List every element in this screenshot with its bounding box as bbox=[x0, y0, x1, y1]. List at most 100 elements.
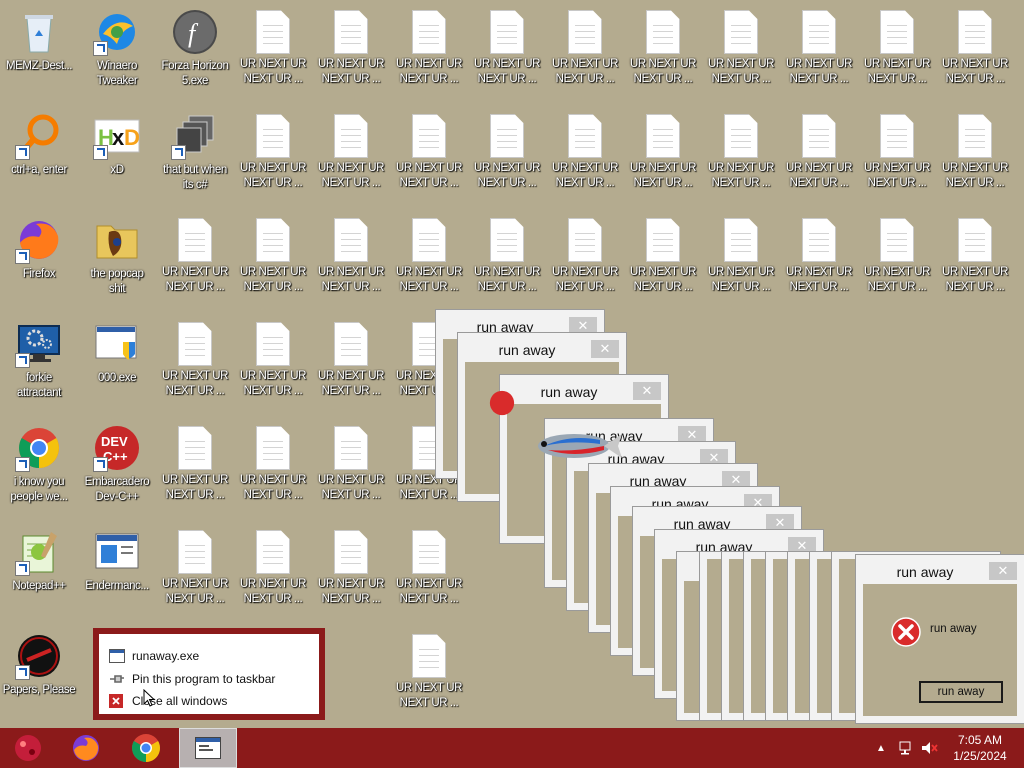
desktop-icon-text-file[interactable]: UR NEXT UR NEXT UR ... bbox=[936, 8, 1014, 87]
desktop-icon-label: UR NEXT UR NEXT UR ... bbox=[551, 266, 619, 293]
shortcut-arrow-icon bbox=[93, 145, 108, 160]
desktop-icon-text-file[interactable]: UR NEXT UR NEXT UR ... bbox=[156, 528, 234, 607]
desktop-icon-text-file[interactable]: UR NEXT UR NEXT UR ... bbox=[702, 112, 780, 191]
desktop-icon-notepadpp[interactable]: Notepad++ bbox=[0, 528, 78, 594]
desktop-icon-text-file[interactable]: UR NEXT UR NEXT UR ... bbox=[858, 8, 936, 87]
desktop-icon-text-file[interactable]: UR NEXT UR NEXT UR ... bbox=[390, 528, 468, 607]
desktop-icon-forza[interactable]: f Forza Horizon 5.exe bbox=[156, 8, 234, 89]
desktop-icon-text-file[interactable]: UR NEXT UR NEXT UR ... bbox=[624, 8, 702, 87]
jump-item-pin-label: Pin this program to taskbar bbox=[132, 672, 276, 686]
desktop-icon-text-file[interactable]: UR NEXT UR NEXT UR ... bbox=[780, 112, 858, 191]
desktop-icon-000exe[interactable]: 000.exe bbox=[78, 320, 156, 386]
desktop-icon-text-file[interactable]: UR NEXT UR NEXT UR ... bbox=[780, 216, 858, 295]
desktop-icon-popcap[interactable]: the popcap shit bbox=[78, 216, 156, 297]
desktop-icon-forkie[interactable]: forkie attractant bbox=[0, 320, 78, 401]
desktop-icon-text-file[interactable]: UR NEXT UR NEXT UR ... bbox=[234, 112, 312, 191]
desktop-icon-text-file[interactable]: UR NEXT UR NEXT UR ... bbox=[312, 112, 390, 191]
taskbar-chrome[interactable] bbox=[118, 728, 174, 768]
network-icon[interactable] bbox=[898, 740, 914, 761]
desktop-icon-text-file[interactable]: UR NEXT UR NEXT UR ... bbox=[468, 112, 546, 191]
desktop-icon-that-but[interactable]: that but when its c# bbox=[156, 112, 234, 193]
clock[interactable]: 7:05 AM 1/25/2024 bbox=[945, 732, 1015, 764]
close-button[interactable]: ✕ bbox=[633, 382, 661, 400]
text-file-icon bbox=[256, 322, 290, 366]
mouse-cursor-icon bbox=[143, 689, 155, 707]
desktop-icon-recycle-bin[interactable]: MEMZ-Dest... bbox=[0, 8, 78, 74]
desktop-icon-text-file[interactable]: UR NEXT UR NEXT UR ... bbox=[234, 8, 312, 87]
desktop-icon-text-file[interactable]: UR NEXT UR NEXT UR ... bbox=[312, 8, 390, 87]
runaway-dialog[interactable]: run away ✕ run away run away bbox=[855, 554, 1024, 724]
desktop-icon-text-file[interactable]: UR NEXT UR NEXT UR ... bbox=[390, 8, 468, 87]
desktop-icon-text-file[interactable]: UR NEXT UR NEXT UR ... bbox=[234, 320, 312, 399]
close-button[interactable]: ✕ bbox=[989, 562, 1017, 580]
desktop-icon-label: UR NEXT UR NEXT UR ... bbox=[395, 58, 463, 85]
memz-icon bbox=[15, 735, 41, 761]
clock-time: 7:05 AM bbox=[957, 733, 1003, 747]
desktop-icon-label: UR NEXT UR NEXT UR ... bbox=[785, 58, 853, 85]
desktop-icon-text-file[interactable]: UR NEXT UR NEXT UR ... bbox=[936, 112, 1014, 191]
desktop-icon-enderman[interactable]: Endermanc... bbox=[78, 528, 156, 594]
text-file-icon bbox=[802, 218, 836, 262]
desktop-icon-text-file[interactable]: UR NEXT UR NEXT UR ... bbox=[780, 8, 858, 87]
desktop-icon-text-file[interactable]: UR NEXT UR NEXT UR ... bbox=[468, 216, 546, 295]
desktop-icon-text-file[interactable]: UR NEXT UR NEXT UR ... bbox=[858, 112, 936, 191]
volume-muted-icon[interactable] bbox=[921, 740, 939, 761]
desktop-icon-devcpp[interactable]: DEV C++ Embarcadero Dev-C++ bbox=[78, 424, 156, 505]
desktop-icon-text-file[interactable]: UR NEXT UR NEXT UR ... bbox=[234, 528, 312, 607]
desktop[interactable]: MEMZ-Dest... Winaero Tweaker f Forza Horizo… bbox=[0, 0, 1024, 728]
taskbar-runaway[interactable] bbox=[179, 728, 237, 768]
desktop-icon-text-file[interactable]: UR NEXT UR NEXT UR ... bbox=[546, 216, 624, 295]
desktop-icon-text-file[interactable]: UR NEXT UR NEXT UR ... bbox=[936, 216, 1014, 295]
desktop-icon-text-file[interactable]: UR NEXT UR NEXT UR ... bbox=[390, 632, 468, 711]
desktop-icon-label: UR NEXT UR NEXT UR ... bbox=[473, 58, 541, 85]
close-button[interactable]: ✕ bbox=[591, 340, 619, 358]
desktop-icon-text-file[interactable]: UR NEXT UR NEXT UR ... bbox=[312, 216, 390, 295]
desktop-icon-text-file[interactable]: UR NEXT UR NEXT UR ... bbox=[156, 320, 234, 399]
desktop-icon-chrome[interactable]: i know you people we... bbox=[0, 424, 78, 505]
text-file-icon bbox=[880, 10, 914, 54]
desktop-icon-text-file[interactable]: UR NEXT UR NEXT UR ... bbox=[546, 8, 624, 87]
desktop-icon-xd[interactable]: Hx D xD bbox=[78, 112, 156, 178]
text-file-icon bbox=[334, 530, 368, 574]
tray-chevron-up-icon[interactable]: ▲ bbox=[876, 743, 886, 754]
dialog-titlebar[interactable]: run away ✕ bbox=[507, 382, 661, 404]
desktop-icon-papers[interactable]: Papers, Please bbox=[0, 632, 78, 698]
desktop-icon-text-file[interactable]: UR NEXT UR NEXT UR ... bbox=[858, 216, 936, 295]
desktop-icon-label: UR NEXT UR NEXT UR ... bbox=[629, 58, 697, 85]
desktop-icon-text-file[interactable]: UR NEXT UR NEXT UR ... bbox=[312, 528, 390, 607]
desktop-icon-text-file[interactable]: UR NEXT UR NEXT UR ... bbox=[390, 216, 468, 295]
jump-item-app[interactable]: runaway.exe bbox=[109, 646, 199, 666]
desktop-icon-text-file[interactable]: UR NEXT UR NEXT UR ... bbox=[234, 216, 312, 295]
taskbar-firefox[interactable] bbox=[58, 728, 114, 768]
desktop-icon-label: UR NEXT UR NEXT UR ... bbox=[863, 162, 931, 189]
desktop-icon-text-file[interactable]: UR NEXT UR NEXT UR ... bbox=[156, 424, 234, 503]
desktop-icon-text-file[interactable]: UR NEXT UR NEXT UR ... bbox=[702, 216, 780, 295]
desktop-icon-winaero[interactable]: Winaero Tweaker bbox=[78, 8, 156, 89]
desktop-icon-text-file[interactable]: UR NEXT UR NEXT UR ... bbox=[546, 112, 624, 191]
taskbar-memz[interactable] bbox=[0, 728, 56, 768]
desktop-icon-label: UR NEXT UR NEXT UR ... bbox=[395, 162, 463, 189]
monitor-gear-icon bbox=[15, 320, 63, 368]
desktop-icon-text-file[interactable]: UR NEXT UR NEXT UR ... bbox=[624, 216, 702, 295]
runaway-app-icon bbox=[195, 737, 221, 759]
desktop-icon-text-file[interactable]: UR NEXT UR NEXT UR ... bbox=[468, 8, 546, 87]
desktop-icon-text-file[interactable]: UR NEXT UR NEXT UR ... bbox=[234, 424, 312, 503]
dialog-titlebar[interactable]: run away ✕ bbox=[465, 340, 619, 362]
desktop-icon-text-file[interactable]: UR NEXT UR NEXT UR ... bbox=[624, 112, 702, 191]
desktop-icon-label: UR NEXT UR NEXT UR ... bbox=[395, 266, 463, 293]
desktop-icon-label: the popcap shit bbox=[90, 268, 144, 295]
jump-item-pin[interactable]: Pin this program to taskbar bbox=[109, 669, 275, 689]
desktop-icon-text-file[interactable]: UR NEXT UR NEXT UR ... bbox=[312, 424, 390, 503]
desktop-icon-text-file[interactable]: UR NEXT UR NEXT UR ... bbox=[156, 216, 234, 295]
text-file-icon bbox=[178, 530, 212, 574]
dialog-titlebar[interactable]: run away ✕ bbox=[863, 562, 1017, 584]
taskbar-jump-list[interactable]: runaway.exe Pin this program to taskbar … bbox=[93, 628, 325, 720]
jump-item-close-all[interactable]: Close all windows bbox=[109, 691, 227, 711]
desktop-icon-ctrl-a[interactable]: ctrl+a, enter bbox=[0, 112, 78, 178]
desktop-icon-text-file[interactable]: UR NEXT UR NEXT UR ... bbox=[702, 8, 780, 87]
desktop-icon-text-file[interactable]: UR NEXT UR NEXT UR ... bbox=[312, 320, 390, 399]
desktop-icon-firefox[interactable]: Firefox bbox=[0, 216, 78, 282]
desktop-icon-text-file[interactable]: UR NEXT UR NEXT UR ... bbox=[390, 112, 468, 191]
desktop-icon-label: UR NEXT UR NEXT UR ... bbox=[161, 266, 229, 293]
runaway-button[interactable]: run away bbox=[918, 680, 1004, 704]
